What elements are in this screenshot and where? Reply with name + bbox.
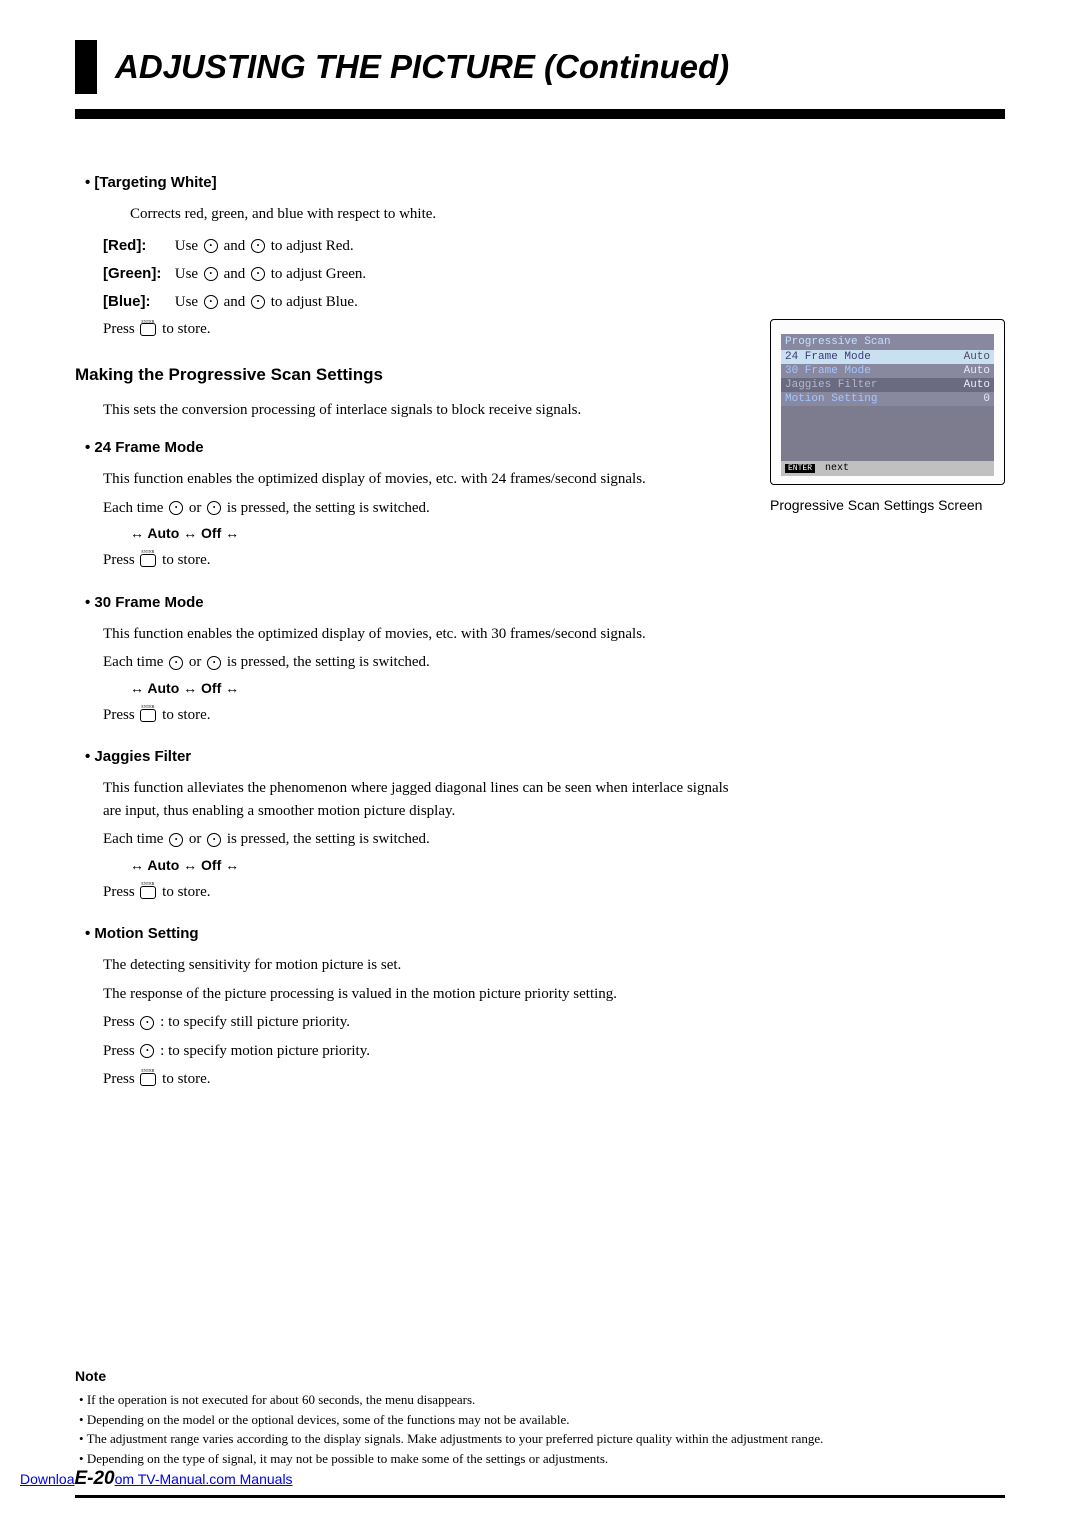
left-arrow-icon [204,239,218,253]
frame24-options: ↔ Auto ↔ Off ↔ [130,525,740,541]
right-arrow-icon [140,1044,154,1058]
menu-title: Progressive Scan [781,334,994,350]
frame30-title: 30 Frame Mode [85,594,740,611]
frame24-press-store: Press to store. [103,549,740,572]
enter-icon [140,886,156,899]
motion-press-still: Press : to specify still picture priorit… [103,1011,740,1034]
motion-line2: The response of the picture processing i… [103,983,740,1006]
footer-link[interactable]: DownloaE-20om TV-Manual.com Manuals [20,1468,293,1490]
left-arrow-icon [204,267,218,281]
motion-press-motion: Press : to specify motion picture priori… [103,1040,740,1063]
footer-bar [75,1495,1005,1498]
press-store-row: Press to store. [103,316,740,343]
frame24-desc: This function enables the optimized disp… [103,468,740,491]
note-item: Depending on the model or the optional d… [79,1410,1005,1430]
header-accent-block [75,40,97,94]
blue-adjust-row: [Blue]: Use and to adjust Blue. [103,288,740,316]
enter-icon [140,709,156,722]
enter-icon [140,323,156,336]
right-arrow-icon [207,656,221,670]
left-arrow-icon [169,833,183,847]
frame24-title: 24 Frame Mode [85,439,740,456]
progressive-scan-intro: This sets the conversion processing of i… [103,399,740,422]
right-arrow-icon [207,833,221,847]
green-adjust-row: [Green]: Use and to adjust Green. [103,260,740,288]
frame30-press-store: Press to store. [103,704,740,727]
progressive-scan-screenshot: Progressive Scan 24 Frame Mode Auto 30 F… [770,319,1005,485]
frame24-each-time: Each time or is pressed, the setting is … [103,497,740,520]
enter-icon [140,554,156,567]
jaggies-each-time: Each time or is pressed, the setting is … [103,828,740,851]
header-underline [75,109,1005,119]
motion-line1: The detecting sensitivity for motion pic… [103,954,740,977]
menu-row-jaggies: Jaggies Filter Auto [781,378,994,392]
progressive-scan-heading: Making the Progressive Scan Settings [75,365,740,385]
jaggies-title: Jaggies Filter [85,748,740,765]
jaggies-desc: This function alleviates the phenomenon … [103,777,740,822]
motion-press-store: Press to store. [103,1068,740,1091]
left-arrow-icon [140,1016,154,1030]
screenshot-caption: Progressive Scan Settings Screen [770,497,1005,513]
red-label: [Red]: [103,232,171,259]
red-adjust-row: [Red]: Use and to adjust Red. [103,232,740,260]
right-arrow-icon [251,295,265,309]
menu-row-30frame: 30 Frame Mode Auto [781,364,994,378]
left-arrow-icon [169,656,183,670]
targeting-white-desc: Corrects red, green, and blue with respe… [130,203,740,226]
left-arrow-icon [204,295,218,309]
targeting-white-title: [Targeting White] [85,174,740,191]
frame30-desc: This function enables the optimized disp… [103,623,740,646]
jaggies-options: ↔ Auto ↔ Off ↔ [130,857,740,873]
green-label: [Green]: [103,260,171,287]
menu-row-motion: Motion Setting 0 [781,392,994,406]
note-item: Depending on the type of signal, it may … [79,1449,1005,1469]
note-item: If the operation is not executed for abo… [79,1390,1005,1410]
menu-row-24frame: 24 Frame Mode Auto [781,350,994,364]
right-arrow-icon [251,267,265,281]
page-title: ADJUSTING THE PICTURE (Continued) [115,40,1005,94]
note-section: Note If the operation is not executed fo… [75,1368,1005,1468]
blue-label: [Blue]: [103,288,171,315]
menu-footer: ENTER next [781,461,994,476]
note-title: Note [75,1368,1005,1384]
note-item: The adjustment range varies according to… [79,1429,1005,1449]
left-arrow-icon [169,501,183,515]
right-arrow-icon [251,239,265,253]
jaggies-press-store: Press to store. [103,881,740,904]
right-arrow-icon [207,501,221,515]
motion-title: Motion Setting [85,925,740,942]
frame30-options: ↔ Auto ↔ Off ↔ [130,680,740,696]
frame30-each-time: Each time or is pressed, the setting is … [103,651,740,674]
enter-icon [140,1073,156,1086]
